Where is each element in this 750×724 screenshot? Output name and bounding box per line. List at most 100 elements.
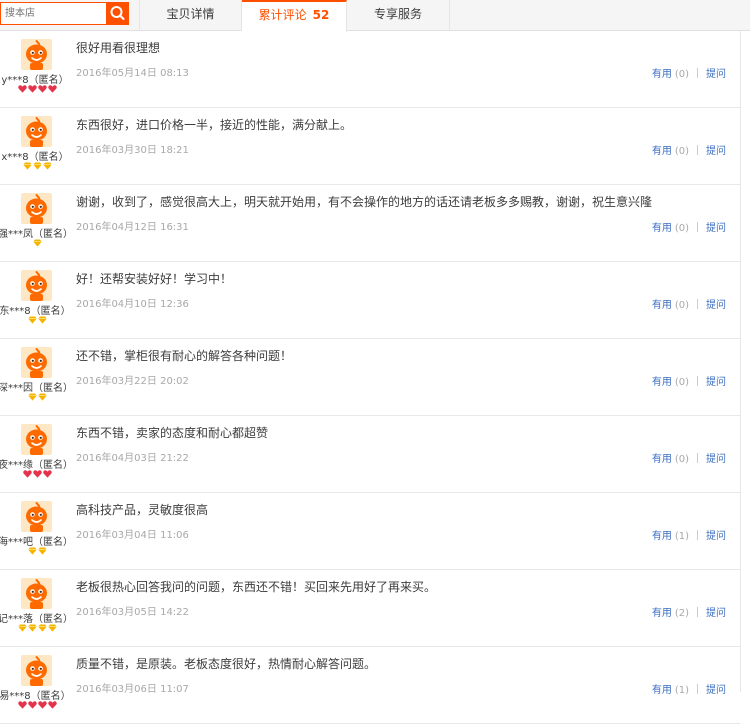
diamond-icon [42, 162, 52, 170]
useful-button[interactable]: 有用 [652, 146, 672, 157]
action-divider [697, 145, 698, 155]
reviewer-name: x***8（匿名） [1, 152, 69, 163]
buyer-rank [0, 393, 74, 403]
review-actions: 有用 (0) 提问 [652, 65, 726, 80]
useful-count: (0) [674, 146, 689, 157]
avatar[interactable] [21, 39, 52, 70]
avatar[interactable] [21, 501, 52, 532]
diamond-icon [37, 316, 47, 324]
review-date: 2016年04月12日 16:31 [76, 222, 189, 233]
review-date: 2016年03月04日 11:06 [76, 530, 189, 541]
useful-count: (0) [674, 300, 689, 311]
avatar[interactable] [21, 347, 52, 378]
avatar[interactable] [21, 116, 52, 147]
diamond-icon [47, 624, 57, 632]
tab-reviews[interactable]: 累计评论 52 [242, 0, 347, 32]
review-item: 记***落（匿名） 老板很热心回答我问的问题，东西还不错！买回来先用好了再来买。 2… [0, 570, 740, 647]
review-actions: 有用 (0) 提问 [652, 450, 726, 465]
tab-service[interactable]: 专享服务 [347, 0, 450, 31]
review-item: 海***吧（匿名） 高科技产品，灵敏度很高 2016年03月04日 11:06 有用(… [0, 493, 740, 570]
review-count: 52 [312, 8, 330, 22]
useful-button[interactable]: 有用 [652, 377, 672, 388]
review-item: 深***因（匿名） 还不错，掌柜很有耐心的解答各种问题！ 2016年03月22日 2… [0, 339, 740, 416]
review-item: 东***8（匿名） 好！还帮安装好好！学习中！ 2016年04月10日 12:36 有… [0, 262, 740, 339]
review-date: 2016年03月30日 18:21 [76, 145, 189, 156]
heart-icon [27, 701, 37, 709]
ask-button[interactable]: 提问 [706, 223, 726, 234]
review-item: x***8（匿名） 东西很好，进口价格一半，接近的性能，满分献上。 2016年03月… [0, 108, 740, 185]
diamond-icon [27, 393, 37, 401]
buyer-rank [0, 162, 74, 172]
useful-count: (0) [674, 454, 689, 465]
review-item: y***8（匿名） 很好用看很理想 2016年05月14日 08:13 有用 (0) 提问 [0, 31, 740, 108]
diamond-icon [22, 162, 32, 170]
review-content: 质量不错，是原装。老板态度很好，热情耐心解答问题。 [76, 657, 377, 671]
heart-icon [47, 701, 57, 709]
heart-icon [37, 701, 47, 709]
diamond-icon [17, 624, 27, 632]
avatar[interactable] [21, 578, 52, 609]
useful-count: (0) [674, 377, 689, 388]
review-date: 2016年03月22日 20:02 [76, 376, 189, 387]
avatar[interactable] [21, 270, 52, 301]
buyer-rank [0, 624, 74, 634]
reviewer-name: y***8（匿名） [1, 75, 69, 86]
heart-icon [32, 470, 42, 478]
useful-count: (2) [674, 608, 689, 619]
ask-button[interactable]: 提问 [706, 685, 726, 696]
useful-button[interactable]: 有用 [652, 608, 672, 619]
useful-button[interactable]: 有用 [652, 69, 672, 80]
diamond-icon [37, 547, 47, 555]
ask-button[interactable]: 提问 [706, 69, 726, 80]
useful-count: (1) [674, 685, 689, 696]
avatar[interactable] [21, 193, 52, 224]
useful-count: (0) [674, 223, 689, 234]
reviewer-name: 海***吧（匿名） [0, 537, 73, 548]
diamond-icon [32, 162, 42, 170]
review-actions: 有用 (1) 提问 [652, 527, 726, 542]
useful-button[interactable]: 有用 [652, 300, 672, 311]
ask-button[interactable]: 提问 [706, 146, 726, 157]
ask-button[interactable]: 提问 [706, 377, 726, 388]
ask-button[interactable]: 提问 [706, 531, 726, 542]
heart-icon [37, 85, 47, 93]
avatar[interactable] [21, 424, 52, 455]
useful-count: (1) [674, 531, 689, 542]
diamond-icon [32, 239, 42, 247]
review-date: 2016年03月06日 11:07 [76, 684, 189, 695]
review-content: 还不错，掌柜很有耐心的解答各种问题！ [76, 349, 293, 363]
buyer-rank [0, 470, 74, 480]
shop-search-input[interactable] [0, 2, 106, 25]
review-content: 东西很好，进口价格一半，接近的性能，满分献上。 [76, 118, 353, 132]
buyer-rank [0, 85, 74, 95]
useful-button[interactable]: 有用 [652, 223, 672, 234]
reviewer-name: 强***凤（匿名） [0, 229, 73, 240]
review-actions: 有用 (0) 提问 [652, 296, 726, 311]
review-actions: 有用 (0) 提问 [652, 373, 726, 388]
review-date: 2016年03月05日 14:22 [76, 607, 189, 618]
action-divider [697, 607, 698, 617]
reviewer-name: 记***落（匿名） [0, 614, 73, 625]
search-button[interactable] [106, 2, 129, 25]
tab-reviews-label: 累计评论 [258, 8, 307, 22]
useful-button[interactable]: 有用 [652, 685, 672, 696]
shop-search [0, 2, 129, 25]
review-date: 2016年04月03日 21:22 [76, 453, 189, 464]
useful-button[interactable]: 有用 [652, 531, 672, 542]
avatar[interactable] [21, 655, 52, 686]
buyer-rank [0, 239, 74, 249]
ask-button[interactable]: 提问 [706, 454, 726, 465]
ask-button[interactable]: 提问 [706, 300, 726, 311]
tab-item-detail[interactable]: 宝贝详情 [139, 0, 242, 31]
action-divider [697, 222, 698, 232]
heart-icon [42, 470, 52, 478]
review-item: 强***凤（匿名） 谢谢，收到了，感觉很高大上，明天就开始用，有不会操作的地方的话… [0, 185, 740, 262]
action-divider [697, 376, 698, 386]
reviewer-name: 深***因（匿名） [0, 383, 73, 394]
diamond-icon [27, 624, 37, 632]
diamond-icon [37, 393, 47, 401]
heart-icon [17, 701, 27, 709]
review-content: 很好用看很理想 [76, 41, 161, 55]
ask-button[interactable]: 提问 [706, 608, 726, 619]
useful-button[interactable]: 有用 [652, 454, 672, 465]
